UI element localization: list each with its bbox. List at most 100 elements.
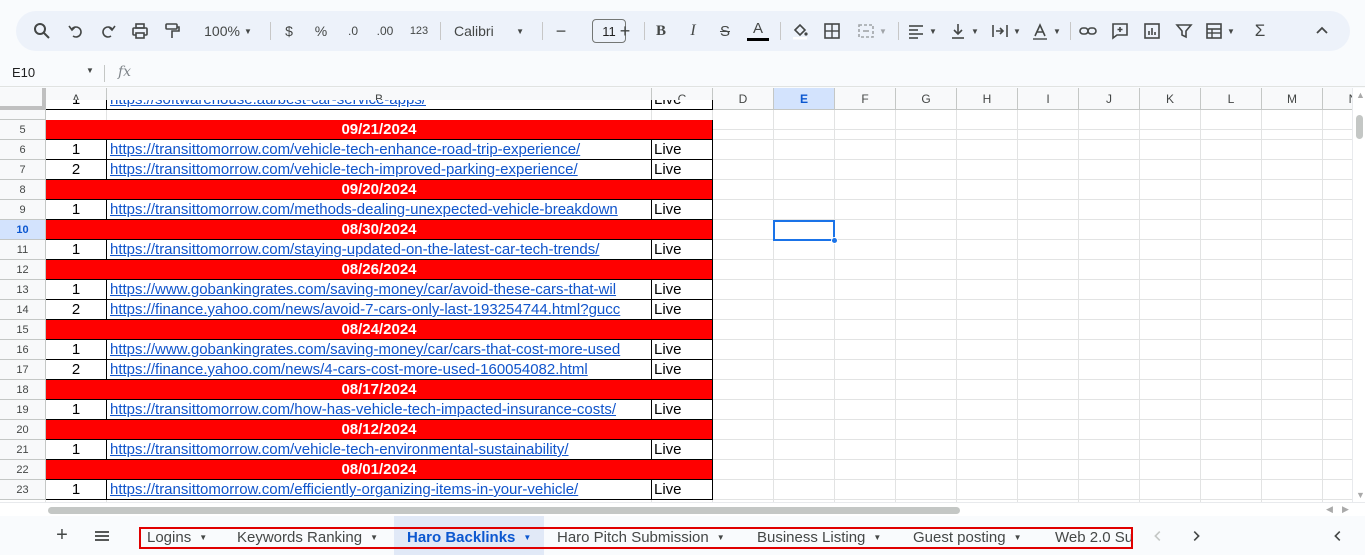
sheet-tab-web-2-0-su[interactable]: Web 2.0 Su xyxy=(1055,529,1131,547)
row-header[interactable]: 7 xyxy=(0,160,46,180)
cell-a[interactable]: 2 xyxy=(46,360,107,380)
row-header[interactable]: 20 xyxy=(0,420,46,440)
cell-a[interactable]: 1 xyxy=(46,140,107,160)
date-header-row[interactable]: 08/17/2024 xyxy=(46,380,713,400)
scroll-right-arrow-icon[interactable]: ▶ xyxy=(1342,504,1349,515)
chevron-down-icon[interactable]: ▼ xyxy=(86,66,94,75)
horizontal-scroll-thumb[interactable] xyxy=(48,507,960,514)
redo-icon[interactable] xyxy=(96,11,120,51)
column-header-k[interactable]: K xyxy=(1140,88,1201,110)
currency-format-button[interactable]: $ xyxy=(278,11,300,51)
column-header-j[interactable]: J xyxy=(1079,88,1140,110)
fill-handle[interactable] xyxy=(831,237,838,244)
cell-b-link[interactable]: https://transittomorrow.com/efficiently-… xyxy=(107,480,652,500)
chevron-down-icon[interactable]: ▼ xyxy=(1014,533,1022,542)
text-wrapping-icon[interactable]: ▼ xyxy=(988,11,1024,51)
scroll-up-arrow-icon[interactable]: ▲ xyxy=(1356,90,1365,100)
row-header[interactable]: 16 xyxy=(0,340,46,360)
scroll-left-arrow-icon[interactable]: ◀ xyxy=(1326,504,1333,515)
date-header-row[interactable]: 08/26/2024 xyxy=(46,260,713,280)
chevron-down-icon[interactable]: ▼ xyxy=(873,533,881,542)
cell-b-link[interactable]: https://transittomorrow.com/methods-deal… xyxy=(107,200,652,220)
search-menus-icon[interactable] xyxy=(30,11,54,51)
row-header[interactable]: 17 xyxy=(0,360,46,380)
cell-a[interactable]: 1 xyxy=(46,100,107,110)
sheet-tab-haro-backlinks[interactable]: Haro Backlinks ▼ xyxy=(407,529,531,547)
cell-b-link[interactable]: https://transittomorrow.com/how-has-vehi… xyxy=(107,400,652,420)
cell-a[interactable]: 1 xyxy=(46,340,107,360)
side-panel-toggle-chevron-left-icon[interactable] xyxy=(1328,516,1348,555)
cell-c-status[interactable]: Live xyxy=(652,480,713,500)
sheet-tab-haro-pitch-submission[interactable]: Haro Pitch Submission ▼ xyxy=(557,529,725,547)
row-header[interactable]: 13 xyxy=(0,280,46,300)
row-header[interactable]: 8 xyxy=(0,180,46,200)
insert-comment-icon[interactable] xyxy=(1108,11,1132,51)
row-header[interactable]: 5 xyxy=(0,120,46,140)
row-header[interactable]: 14 xyxy=(0,300,46,320)
cell-c-status[interactable]: Live xyxy=(652,340,713,360)
vertical-scroll-thumb[interactable] xyxy=(1356,115,1363,139)
column-header-i[interactable]: I xyxy=(1018,88,1079,110)
cell-b-link[interactable]: https://finance.yahoo.com/news/avoid-7-c… xyxy=(107,300,652,320)
text-color-icon[interactable]: A xyxy=(746,11,770,51)
sheet-tab-business-listing[interactable]: Business Listing ▼ xyxy=(757,529,881,547)
italic-icon[interactable]: I xyxy=(682,11,704,51)
decrease-font-size-button[interactable]: − xyxy=(552,11,570,51)
borders-icon[interactable] xyxy=(820,11,844,51)
collapse-menus-chevron-up-icon[interactable] xyxy=(1310,11,1334,51)
row-header[interactable]: 12 xyxy=(0,260,46,280)
horizontal-scrollbar[interactable]: ◀ ▶ xyxy=(0,502,1365,516)
cell-c-status[interactable]: Live xyxy=(652,360,713,380)
chevron-down-icon[interactable]: ▼ xyxy=(717,533,725,542)
active-cell-selection[interactable] xyxy=(773,220,835,241)
cell-a[interactable]: 2 xyxy=(46,300,107,320)
vertical-scrollbar[interactable]: ▲ ▼ xyxy=(1352,88,1365,502)
spreadsheet-grid[interactable]: ABCDEFGHIJKLMN 5678910111213141516171819… xyxy=(0,88,1352,502)
row-header[interactable]: 21 xyxy=(0,440,46,460)
cell-c-status[interactable]: Live xyxy=(652,400,713,420)
increase-font-size-button[interactable]: + xyxy=(616,11,634,51)
column-header-g[interactable]: G xyxy=(896,88,957,110)
zoom-select[interactable]: 100% ▼ xyxy=(194,11,262,51)
cell-b-link[interactable]: https://www.gobankingrates.com/saving-mo… xyxy=(107,340,652,360)
row-header[interactable]: 15 xyxy=(0,320,46,340)
functions-icon[interactable]: Σ xyxy=(1248,11,1272,51)
cell-b-link[interactable]: https://finance.yahoo.com/news/4-cars-co… xyxy=(107,360,652,380)
date-header-row[interactable]: 08/12/2024 xyxy=(46,420,713,440)
chevron-down-icon[interactable]: ▼ xyxy=(370,533,378,542)
fill-color-icon[interactable] xyxy=(788,11,812,51)
cell-c-status[interactable]: Live xyxy=(652,280,713,300)
name-box[interactable]: E10 xyxy=(12,65,35,80)
cell-b-link[interactable]: https://transittomorrow.com/vehicle-tech… xyxy=(107,440,652,460)
cell-b-link[interactable]: https://softwarehouse.au/best-car-servic… xyxy=(107,100,652,110)
scroll-tabs-right-icon[interactable] xyxy=(1186,516,1206,555)
row-header[interactable]: 23 xyxy=(0,480,46,500)
cell-b-link[interactable]: https://transittomorrow.com/staying-upda… xyxy=(107,240,652,260)
cell-a[interactable]: 1 xyxy=(46,200,107,220)
column-header-e[interactable]: E xyxy=(774,88,835,110)
row-header[interactable]: 9 xyxy=(0,200,46,220)
undo-icon[interactable] xyxy=(64,11,88,51)
column-header-d[interactable]: D xyxy=(713,88,774,110)
text-rotation-icon[interactable]: ▼ xyxy=(1028,11,1064,51)
cell-a[interactable]: 1 xyxy=(46,280,107,300)
bold-icon[interactable]: B xyxy=(650,11,672,51)
cell-a[interactable]: 2 xyxy=(46,160,107,180)
date-header-row[interactable]: 08/24/2024 xyxy=(46,320,713,340)
row-header[interactable]: 22 xyxy=(0,460,46,480)
filter-icon[interactable] xyxy=(1172,11,1196,51)
row-header[interactable]: 6 xyxy=(0,140,46,160)
date-header-row[interactable]: 09/21/2024 xyxy=(46,120,713,140)
sheet-tab-keywords-ranking[interactable]: Keywords Ranking ▼ xyxy=(237,529,378,547)
cell-c-status[interactable]: Live xyxy=(652,140,713,160)
font-family-select[interactable]: Calibri ▼ xyxy=(446,11,532,51)
cell-b-link[interactable]: https://transittomorrow.com/vehicle-tech… xyxy=(107,160,652,180)
print-icon[interactable] xyxy=(128,11,152,51)
insert-chart-icon[interactable] xyxy=(1140,11,1164,51)
scroll-down-arrow-icon[interactable]: ▼ xyxy=(1356,490,1365,500)
filter-views-icon[interactable]: ▼ xyxy=(1202,11,1238,51)
sheet-tab-guest-posting[interactable]: Guest posting ▼ xyxy=(913,529,1021,547)
vertical-align-icon[interactable]: ▼ xyxy=(946,11,982,51)
row-header[interactable]: 11 xyxy=(0,240,46,260)
cell-b-link[interactable]: https://transittomorrow.com/vehicle-tech… xyxy=(107,140,652,160)
